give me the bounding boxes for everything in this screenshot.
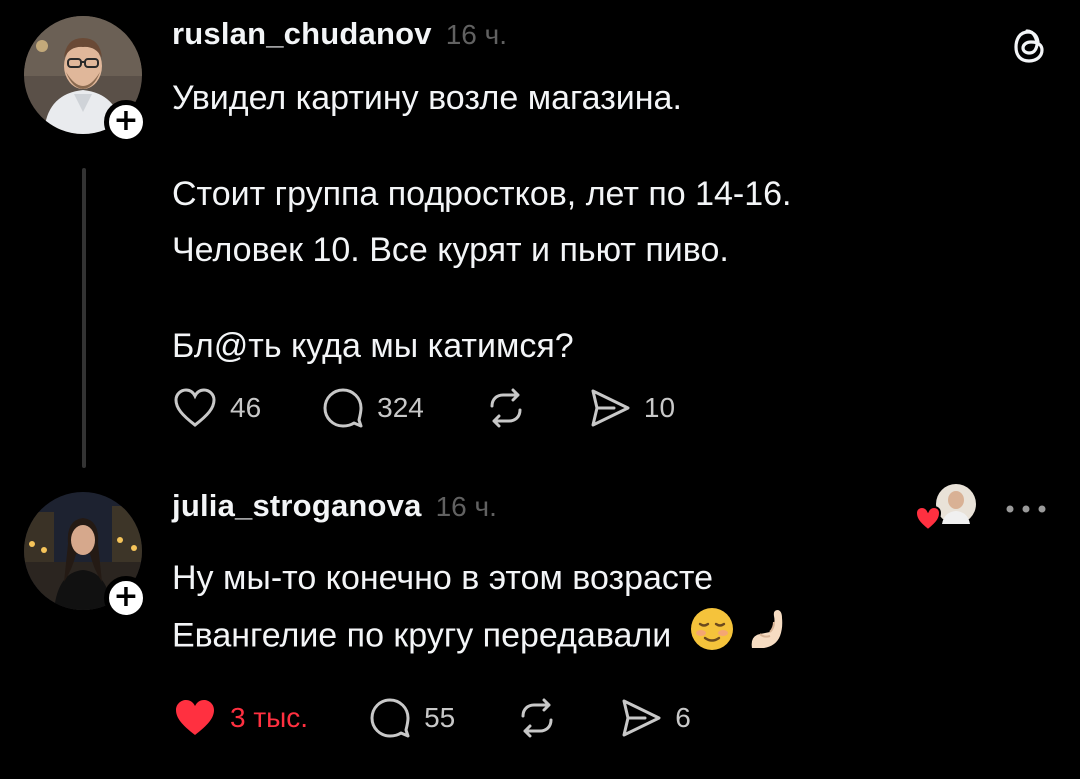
post-paragraph: Евангелие по кругу передавали [172, 616, 672, 655]
post-paragraph: Ну мы-то конечно в этом возрасте [172, 559, 713, 597]
timestamp: 16 ч. [445, 19, 507, 50]
follow-plus-button[interactable]: + [104, 576, 148, 620]
post-body: Увидел картину возле магазина. Стоит гру… [172, 70, 1032, 374]
share-count: 6 [675, 702, 691, 733]
like-button[interactable]: 46 [172, 387, 261, 429]
send-icon [591, 389, 630, 427]
post-header: julia_stroganova 16 ч. [172, 488, 497, 524]
username[interactable]: ruslan_chudanov [172, 16, 432, 52]
post-ruslan: + ruslan_chudanov 16 ч. Увидел картину в… [0, 0, 1080, 470]
repost-icon [521, 698, 553, 738]
comment-bubble-icon [323, 388, 363, 428]
post-body: Ну мы-то конечно в этом возрасте Евангел… [172, 550, 1032, 669]
thread-connector-line [82, 168, 86, 468]
share-button[interactable]: 10 [588, 386, 675, 430]
post-actions: 46 324 10 [172, 386, 735, 430]
follow-plus-button[interactable]: + [104, 100, 148, 144]
post-actions: 3 тыс. 55 6 [172, 696, 751, 740]
post-header: ruslan_chudanov 16 ч. [172, 16, 507, 52]
like-count: 3 тыс. [230, 702, 309, 733]
send-icon [622, 699, 661, 737]
pinching-hand-emoji [746, 606, 792, 669]
post-julia: + julia_stroganova 16 ч. Ну мы-то конечн… [0, 470, 1080, 779]
threads-logo-icon[interactable] [1004, 20, 1056, 77]
repost-button[interactable] [515, 696, 559, 740]
like-button[interactable]: 3 тыс. [172, 697, 308, 739]
post-paragraph: Увидел картину возле магазина. [172, 79, 682, 117]
avatar-ruslan-wrap[interactable]: + [24, 16, 148, 144]
timestamp: 16 ч. [435, 491, 497, 522]
avatar-julia-wrap[interactable]: + [24, 492, 148, 620]
post-paragraph: Бл@ть куда мы катимся? [172, 327, 574, 365]
post-paragraph: Человек 10. Все курят и пьют пиво. [172, 231, 729, 269]
author-liked-heart-avatar-icon [914, 484, 984, 534]
post-paragraph-with-emoji: Евангелие по кругу передавали [172, 606, 1032, 669]
repost-icon [490, 388, 522, 428]
heart-filled-icon [176, 700, 214, 735]
post-paragraph: Стоит группа подростков, лет по 14-16. [172, 175, 792, 213]
relieved-face-emoji [689, 606, 735, 669]
reply-count: 324 [377, 392, 424, 423]
like-count: 46 [230, 392, 262, 423]
more-options-icon[interactable] [1004, 502, 1048, 520]
heart-icon [174, 388, 216, 427]
repost-button[interactable] [484, 386, 528, 430]
username[interactable]: julia_stroganova [172, 488, 422, 524]
reply-button[interactable]: 324 [321, 386, 424, 430]
share-button[interactable]: 6 [619, 696, 691, 740]
reply-button[interactable]: 55 [368, 696, 455, 740]
reply-count: 55 [424, 702, 456, 733]
share-count: 10 [643, 392, 676, 423]
comment-bubble-icon [370, 698, 410, 738]
